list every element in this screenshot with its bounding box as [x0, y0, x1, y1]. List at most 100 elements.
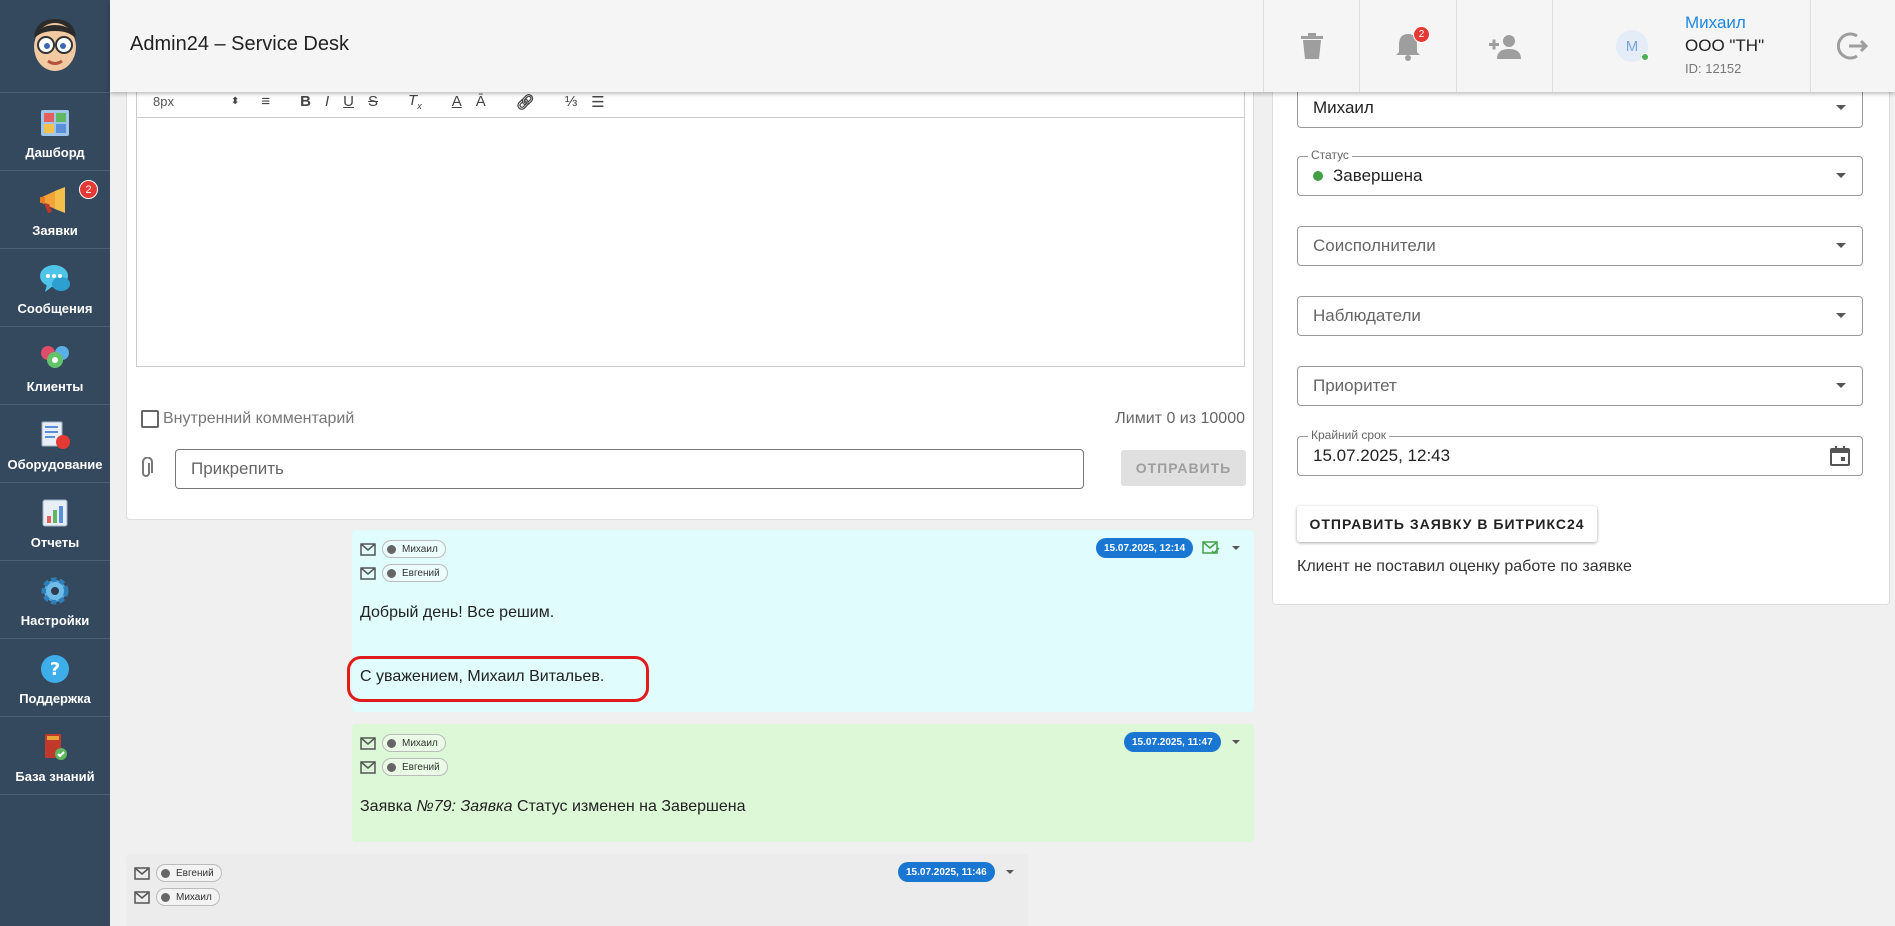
ordered-list-icon[interactable]: ⅓ [565, 93, 578, 110]
bold-icon[interactable]: B [300, 93, 311, 110]
ticket-properties-panel: Михаил Статус Завершена Соисполнители На… [1272, 85, 1890, 605]
observers-select[interactable]: Наблюдатели [1297, 296, 1863, 336]
sidebar-item-settings[interactable]: Настройки [0, 561, 110, 639]
italic-icon[interactable]: I [325, 93, 329, 110]
font-size-select[interactable]: 8px [153, 94, 231, 109]
link-icon[interactable]: 🔗︎ [516, 93, 535, 111]
recipient-chip: Евгений [382, 564, 448, 582]
sidebar-item-reports[interactable]: Отчеты [0, 483, 110, 561]
sender-name: Евгений [176, 867, 214, 879]
person-icon [387, 762, 396, 772]
recipient-chip: Евгений [382, 758, 448, 776]
text-color-icon[interactable]: A [452, 93, 462, 110]
mail-outgoing-icon [134, 866, 150, 880]
checkbox-box[interactable] [141, 410, 159, 428]
coexecutors-placeholder: Соисполнители [1313, 236, 1436, 255]
coexecutors-select[interactable]: Соисполнители [1297, 226, 1863, 266]
person-icon [161, 868, 170, 878]
sidebar-item-equipment[interactable]: Оборудование [0, 405, 110, 483]
status-legend: Статус [1308, 148, 1352, 162]
sidebar-item-requests[interactable]: 2 Заявки [0, 171, 110, 249]
book-icon [39, 731, 71, 763]
avatar-letter: М [1625, 37, 1639, 55]
status-value: Завершена [1333, 166, 1423, 185]
user-name[interactable]: Михаил [1685, 13, 1746, 33]
megaphone-icon [39, 185, 71, 217]
character-limit: Лимит 0 из 10000 [1115, 410, 1245, 427]
gear-icon [39, 575, 71, 607]
sidebar-item-dashboard[interactable]: Дашборд [0, 93, 110, 171]
logout-button[interactable] [1810, 0, 1895, 92]
strikethrough-icon[interactable]: S [368, 93, 378, 110]
status-select[interactable]: Статус Завершена [1297, 148, 1863, 196]
assignee-select[interactable]: Михаил [1297, 88, 1863, 128]
underline-icon[interactable]: U [343, 93, 354, 110]
mail-incoming-icon [360, 760, 376, 774]
mail-incoming-icon [134, 890, 150, 904]
editor-text-area[interactable] [136, 117, 1245, 367]
font-size-caret-icon[interactable]: ⬍ [231, 96, 239, 107]
message-to-row: Евгений [360, 758, 448, 776]
sidebar-item-messages[interactable]: Сообщения [0, 249, 110, 327]
status-dot [1313, 171, 1323, 181]
notifications-badge: 2 [1413, 26, 1430, 43]
sidebar-item-label: Настройки [20, 613, 90, 628]
observers-placeholder: Наблюдатели [1313, 306, 1421, 325]
help-icon: ? [39, 653, 71, 685]
message-menu-caret-icon[interactable] [1232, 740, 1240, 744]
internal-comment-checkbox[interactable]: Внутренний комментарий [141, 410, 354, 428]
chevron-down-icon [1836, 105, 1846, 110]
recipient-name: Евгений [402, 761, 440, 773]
avatar[interactable]: М [1616, 30, 1649, 62]
message-date: 15.07.2025, 12:14 [1096, 538, 1194, 558]
bullet-list-icon[interactable]: ☰ [591, 93, 604, 111]
trash-button[interactable] [1263, 0, 1359, 92]
message-text-suffix: Статус изменен на Завершена [512, 798, 746, 815]
recipient-chip: Михаил [156, 888, 220, 906]
trash-icon [1300, 33, 1323, 59]
sender-chip: Евгений [156, 864, 222, 882]
sidebar-item-knowledge-base[interactable]: База знаний [0, 717, 110, 795]
user-id: ID: 12152 [1685, 61, 1742, 76]
message-menu-caret-icon[interactable] [1006, 870, 1014, 874]
sidebar-item-label: Оборудование [7, 457, 103, 472]
message-text-line: Заявка №79: Заявка Статус изменен на Зав… [360, 798, 746, 816]
sidebar-item-support[interactable]: ? Поддержка [0, 639, 110, 717]
sidebar: Дашборд 2 Заявки Сообщения Клиенты Обору… [0, 0, 110, 926]
message-from-row: Михаил [360, 540, 446, 558]
mail-outgoing-icon [360, 542, 376, 556]
dashboard-icon [39, 107, 71, 139]
calendar-icon[interactable] [1830, 446, 1850, 466]
highlight-color-icon[interactable]: Ā [476, 93, 486, 110]
send-button[interactable]: ОТПРАВИТЬ [1121, 450, 1246, 486]
message-menu-caret-icon[interactable] [1232, 546, 1240, 550]
deadline-value: 15.07.2025, 12:43 [1313, 446, 1451, 465]
sidebar-item-label: Клиенты [26, 379, 84, 394]
clear-format-icon[interactable]: Tx [408, 92, 422, 111]
priority-select[interactable]: Приоритет [1297, 366, 1863, 406]
send-to-bitrix24-button[interactable]: ОТПРАВИТЬ ЗАЯВКУ В БИТРИКС24 [1297, 506, 1597, 542]
sidebar-item-clients[interactable]: Клиенты [0, 327, 110, 405]
attach-input[interactable] [175, 449, 1084, 489]
deadline-field[interactable]: Крайний срок 15.07.2025, 12:43 [1297, 428, 1863, 476]
sender-chip: Михаил [382, 540, 446, 558]
notifications-button[interactable]: 2 [1359, 0, 1455, 92]
internal-comment-label: Внутренний комментарий [163, 410, 355, 427]
clients-icon [39, 341, 71, 373]
paperclip-icon[interactable] [139, 456, 153, 484]
logo-face-icon [34, 19, 76, 71]
recipient-name: Евгений [402, 567, 440, 579]
sidebar-item-label: Дашборд [25, 145, 85, 160]
recipient-name: Михаил [176, 891, 212, 903]
mail-read-icon[interactable] [1202, 541, 1220, 555]
message-card: Евгений Михаил 15.07.2025, 11:46 [126, 854, 1028, 926]
user-profile[interactable]: М Михаил ООО "ТН" ID: 12152 [1552, 0, 1810, 92]
signature-highlight [347, 656, 649, 702]
assignee-value: Михаил [1313, 98, 1374, 117]
comment-editor: 8px ⬍ ≡ B I U S Tx A Ā 🔗︎ ⅓ ☰ Внутренний… [126, 85, 1254, 520]
add-user-button[interactable] [1456, 0, 1552, 92]
logo[interactable] [0, 0, 110, 93]
priority-placeholder: Приоритет [1313, 376, 1397, 395]
align-icon[interactable]: ≡ [261, 93, 270, 110]
reports-icon [39, 497, 71, 529]
